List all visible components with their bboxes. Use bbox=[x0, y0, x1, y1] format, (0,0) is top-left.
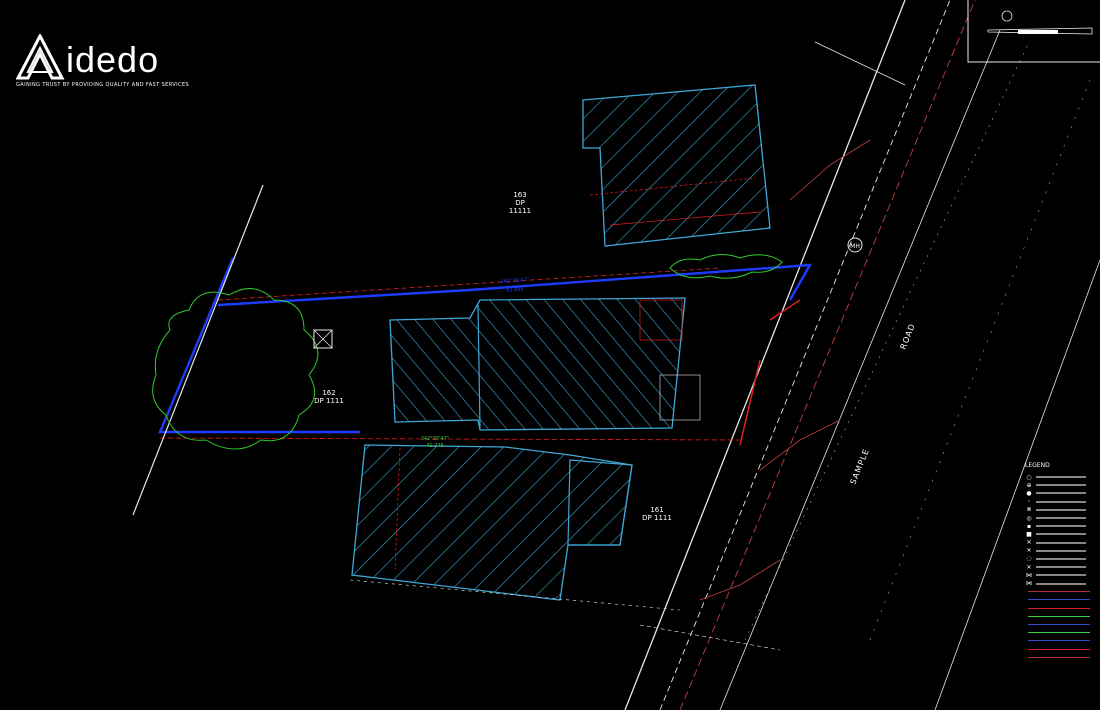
legend-symbol-icon: ◌ bbox=[1026, 555, 1032, 563]
legend-line-sample bbox=[1028, 648, 1090, 650]
legend-description-placeholder bbox=[1036, 492, 1086, 495]
legend-symbol-icon: ◎ bbox=[1026, 514, 1032, 522]
road-name: SAMPLE ROAD bbox=[849, 322, 918, 486]
legend-description-placeholder bbox=[1036, 549, 1086, 552]
lot-162-number: 162 bbox=[322, 389, 335, 397]
legend-description-placeholder bbox=[1036, 517, 1086, 520]
legend-symbol-icon: ▪ bbox=[1026, 522, 1032, 530]
legend-line-sample bbox=[1028, 632, 1090, 634]
legend-line-row bbox=[1025, 637, 1097, 645]
legend-symbol-row: ✕ bbox=[1025, 563, 1097, 571]
legend-symbol-icon: ◦ bbox=[1027, 498, 1031, 506]
legend-symbol-icon: ✕ bbox=[1026, 563, 1032, 571]
legend-line-row bbox=[1025, 645, 1097, 653]
legend-symbol-row: ○ bbox=[1025, 473, 1097, 481]
legend-symbol-row: ◎ bbox=[1025, 514, 1097, 522]
legend-symbol-icon: ■ bbox=[1026, 530, 1032, 538]
legend-symbol-icon: ● bbox=[1026, 489, 1032, 497]
legend-line-sample bbox=[1028, 640, 1090, 642]
brand-logo: idedo GAINING TRUST BY PROVIDING QUALITY… bbox=[16, 34, 216, 94]
south-boundary-distance: 41.275 bbox=[426, 443, 444, 449]
north-boundary-bearing: 162°35'47" bbox=[501, 277, 530, 285]
road-name-road: ROAD bbox=[899, 322, 918, 351]
legend-symbol-icon: ⊗ bbox=[1026, 506, 1032, 514]
lot-163-number: 163 bbox=[513, 191, 526, 199]
legend-symbol-icon: ⋈ bbox=[1026, 580, 1032, 588]
legend-line-row bbox=[1025, 620, 1097, 628]
legend-symbol-row: ◌ bbox=[1025, 555, 1097, 563]
legend-symbol-row: ⊗ bbox=[1025, 506, 1097, 514]
lot-161-number: 161 bbox=[650, 506, 663, 514]
legend-description-placeholder bbox=[1036, 582, 1086, 585]
legend-line-sample bbox=[1028, 623, 1090, 625]
legend-description-placeholder bbox=[1036, 541, 1086, 544]
legend-line-row bbox=[1025, 612, 1097, 620]
logo-mark-icon bbox=[16, 34, 65, 80]
legend-symbol-icon: ⊕ bbox=[1026, 481, 1032, 489]
legend-symbol-icon: ⋈ bbox=[1026, 571, 1032, 579]
legend-symbol-row: ◦ bbox=[1025, 498, 1097, 506]
legend-line-sample bbox=[1028, 615, 1090, 617]
legend-description-placeholder bbox=[1036, 574, 1086, 577]
lot-162-dp: DP 1111 bbox=[314, 397, 344, 405]
survey-drawing: MH 163 DP 11111 162 DP 1111 161 DP 1111 … bbox=[132, 0, 1100, 710]
legend-symbol-icon: ✕ bbox=[1026, 539, 1032, 547]
legend-symbol-icon: ○ bbox=[1026, 473, 1032, 481]
brand-name: idedo bbox=[66, 39, 160, 80]
legend-description-placeholder bbox=[1036, 476, 1086, 479]
manhole-label: MH bbox=[850, 243, 860, 250]
legend-symbol-row: ▪ bbox=[1025, 522, 1097, 530]
legend-symbol-row: ⊕ bbox=[1025, 481, 1097, 489]
brand-tagline: GAINING TRUST BY PROVIDING QUALITY AND F… bbox=[16, 82, 190, 88]
manhole-symbol: MH bbox=[847, 237, 863, 253]
legend-line-sample bbox=[1028, 591, 1090, 593]
legend-symbol-icon: ✕ bbox=[1026, 547, 1032, 555]
legend-title: LEGEND bbox=[1025, 462, 1050, 469]
lot-161-dp: DP 1111 bbox=[642, 514, 672, 522]
legend-description-placeholder bbox=[1036, 525, 1086, 528]
legend-symbol-row: ● bbox=[1025, 489, 1097, 497]
legend-symbol-list: ○ ⊕ ● ◦ ⊗ ◎ ▪ ■ ✕ ✕ ◌ ✕ ⋈ ⋈ bbox=[1025, 473, 1097, 588]
legend-symbol-row: ■ bbox=[1025, 530, 1097, 538]
building-lot-162 bbox=[389, 297, 701, 431]
legend-description-placeholder bbox=[1036, 557, 1086, 560]
legend-symbol-row: ⋈ bbox=[1025, 579, 1097, 587]
north-arrow-panel bbox=[967, 0, 1100, 63]
legend-line-row bbox=[1025, 604, 1097, 612]
lot-163-dp-number: 11111 bbox=[509, 207, 531, 215]
legend-panel: LEGEND ○ ⊕ ● ◦ ⊗ ◎ ▪ ■ ✕ ✕ ◌ ✕ ⋈ ⋈ bbox=[1025, 462, 1097, 661]
legend-description-placeholder bbox=[1036, 566, 1086, 569]
legend-symbol-row: ⋈ bbox=[1025, 571, 1097, 579]
legend-description-placeholder bbox=[1036, 508, 1086, 511]
lot-163-dp: DP bbox=[515, 199, 525, 207]
legend-line-row bbox=[1025, 653, 1097, 661]
legend-description-placeholder bbox=[1036, 500, 1086, 503]
legend-symbol-row: ✕ bbox=[1025, 547, 1097, 555]
legend-symbol-row: ✕ bbox=[1025, 539, 1097, 547]
legend-line-sample bbox=[1028, 607, 1090, 609]
legend-line-sample bbox=[1028, 599, 1090, 601]
legend-line-sample bbox=[1028, 656, 1090, 658]
road-name-sample: SAMPLE bbox=[849, 447, 872, 486]
building-lot-163 bbox=[582, 84, 771, 247]
legend-line-row bbox=[1025, 588, 1097, 596]
legend-line-row bbox=[1025, 629, 1097, 637]
legend-description-placeholder bbox=[1036, 533, 1086, 536]
building-lot-161 bbox=[351, 444, 633, 601]
south-boundary-bearing: 342°35'47" bbox=[421, 436, 449, 442]
legend-line-list bbox=[1025, 588, 1097, 662]
north-boundary-distance: 42.895 bbox=[506, 286, 524, 293]
legend-line-row bbox=[1025, 596, 1097, 604]
legend-description-placeholder bbox=[1036, 484, 1086, 487]
